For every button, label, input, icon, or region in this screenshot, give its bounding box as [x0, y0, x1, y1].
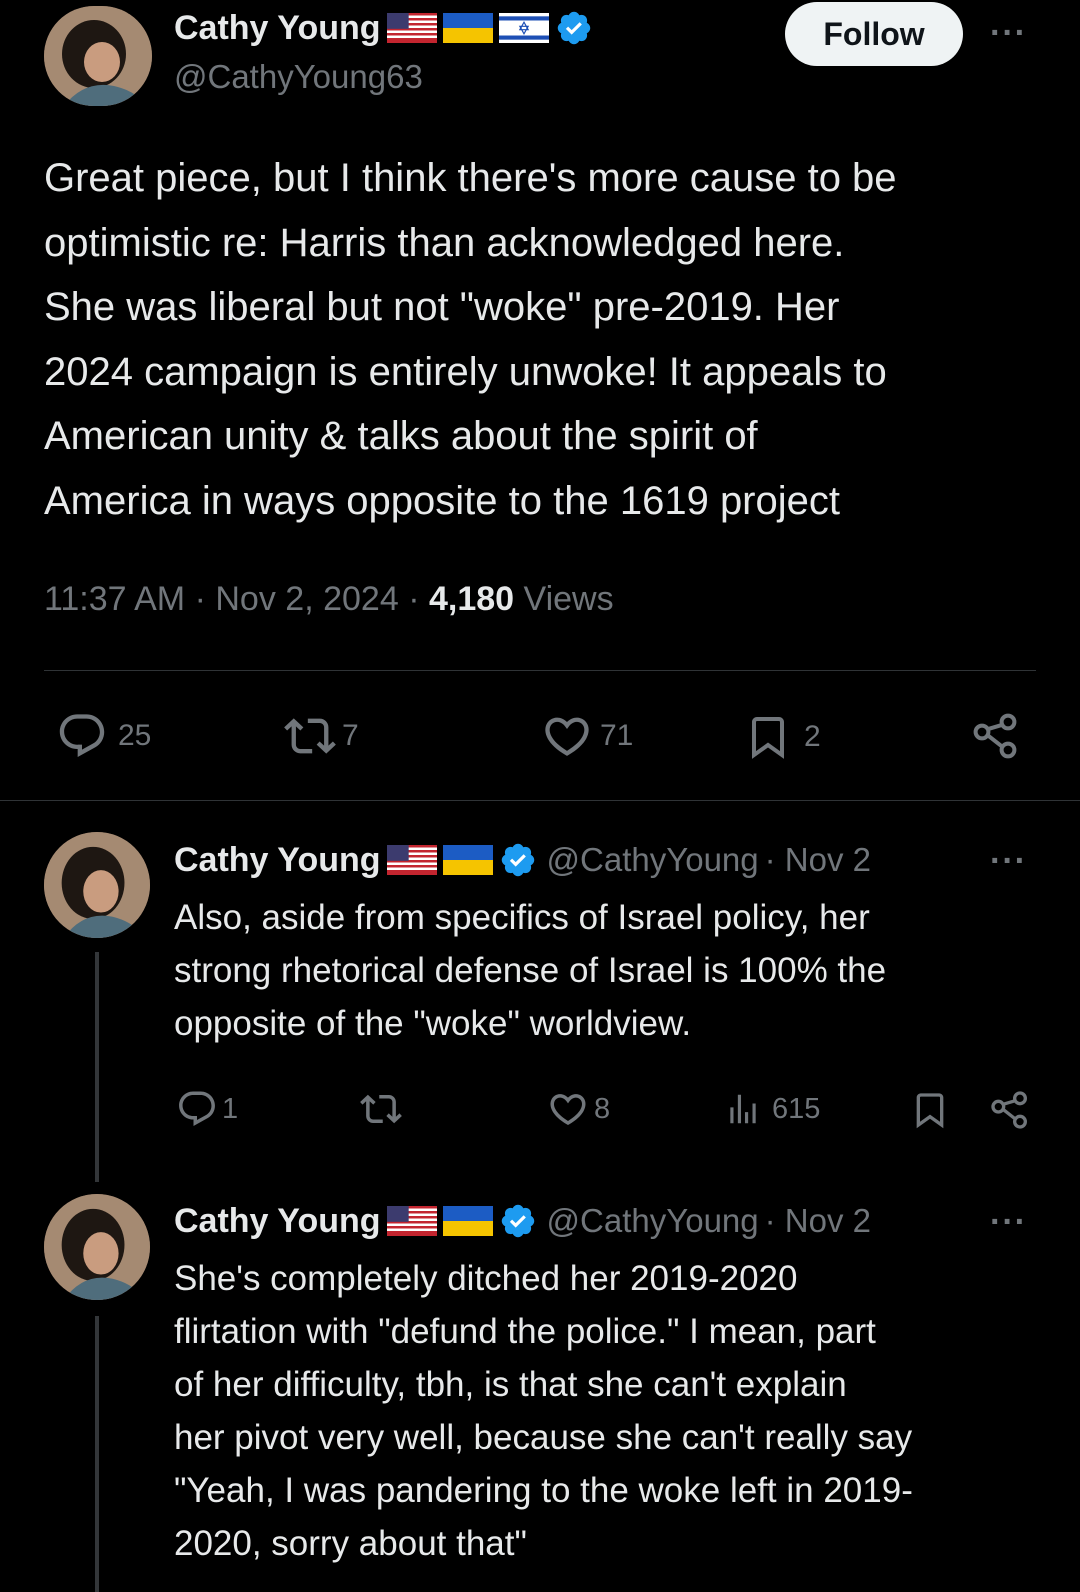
divider [44, 670, 1036, 671]
author-handle[interactable]: @CathyYoung63 [174, 58, 423, 96]
bookmark-button[interactable]: 2 [744, 710, 821, 764]
reply-text-line: strong rhetorical defense of Israel is 1… [174, 951, 887, 990]
views-button[interactable]: 615 [724, 1088, 820, 1130]
divider [0, 800, 1080, 801]
bookmark-button[interactable] [910, 1088, 950, 1132]
like-button[interactable]: 71 [540, 710, 633, 762]
thread-line [95, 1316, 99, 1592]
author-handle[interactable]: @CathyYoung [547, 841, 759, 879]
avatar[interactable] [44, 832, 150, 938]
author-name[interactable]: Cathy Young [174, 1202, 381, 1241]
reply-text: Also, aside from specifics of Israel pol… [174, 891, 1064, 1050]
share-icon [990, 1090, 1030, 1130]
views-count: 615 [772, 1092, 821, 1125]
us-flag-icon [387, 12, 437, 44]
author-handle[interactable]: @CathyYoung [547, 1202, 759, 1240]
avatar-photo [44, 6, 152, 106]
tweet-text-line: 2024 campaign is entirely unwoke! It app… [44, 349, 887, 394]
tweet-meta: 11:37 AM · Nov 2, 2024 · 4,180 Views [44, 580, 614, 619]
more-options-button[interactable]: ··· [990, 14, 1027, 53]
tweet-text: Great piece, but I think there's more ca… [44, 146, 1064, 533]
more-options-button[interactable]: ··· [990, 1203, 1027, 1242]
more-options-button[interactable]: ··· [990, 842, 1027, 881]
reply-text-line: "Yeah, I was pandering to the woke left … [174, 1471, 913, 1510]
reply-icon [176, 1088, 218, 1130]
reply-header: Cathy Young @CathyYoung · Nov 2 [174, 1199, 1034, 1243]
tweet-text-line: She was liberal but not "woke" pre-2019.… [44, 285, 840, 329]
reply-text-line: of her difficulty, tbh, is that she can'… [174, 1365, 847, 1404]
repost-button[interactable] [358, 1088, 404, 1130]
tweet-text-line: American unity & talks about the spirit … [44, 414, 758, 458]
reply-text-line: flirtation with "defund the police." I m… [174, 1312, 876, 1351]
heart-icon [546, 1088, 590, 1130]
views-count: 4,180 [428, 580, 515, 618]
bookmark-icon [910, 1088, 950, 1132]
views-chart-icon [724, 1088, 762, 1130]
bookmark-count: 2 [804, 720, 821, 753]
share-icon [972, 712, 1020, 760]
avatar-photo [44, 832, 150, 938]
reply-header: Cathy Young @CathyYoung · Nov 2 [174, 838, 1034, 882]
follow-button[interactable]: Follow [785, 2, 963, 66]
reply-button[interactable]: 1 [176, 1088, 238, 1130]
reply-count: 1 [222, 1092, 239, 1125]
ukraine-flag-icon [443, 844, 493, 876]
repost-icon [282, 710, 338, 762]
author-name[interactable]: Cathy Young [174, 9, 381, 48]
heart-icon [540, 710, 594, 762]
avatar[interactable] [44, 6, 152, 106]
verified-badge-icon [555, 9, 593, 47]
tweet-text-line: Great piece, but I think there's more ca… [44, 156, 897, 200]
like-count: 8 [594, 1092, 611, 1125]
author-header: Cathy Young [174, 6, 593, 50]
bookmark-icon [744, 710, 792, 764]
author-name[interactable]: Cathy Young [174, 841, 381, 880]
reply-date[interactable]: · Nov 2 [765, 1202, 871, 1240]
reply-count: 25 [118, 719, 152, 752]
meta-separator: · [194, 580, 206, 618]
reply-text-line: Also, aside from specifics of Israel pol… [174, 898, 870, 937]
meta-separator: · [408, 580, 420, 618]
like-button[interactable]: 8 [546, 1088, 610, 1130]
reply-text-line: her pivot very well, because she can't r… [174, 1418, 913, 1457]
ukraine-flag-icon [443, 1205, 493, 1237]
repost-button[interactable]: 7 [282, 710, 359, 762]
reply-date[interactable]: · Nov 2 [765, 841, 871, 879]
tweet-date[interactable]: Nov 2, 2024 [215, 580, 398, 618]
us-flag-icon [387, 844, 437, 876]
tweet-text-line: America in ways opposite to the 1619 pro… [44, 478, 840, 523]
verified-badge-icon [499, 1202, 537, 1240]
views-label: Views [523, 580, 614, 618]
tweet-text-line: optimistic re: Harris than acknowledged … [44, 220, 845, 265]
avatar[interactable] [44, 1194, 150, 1300]
verified-badge-icon [499, 841, 537, 879]
ukraine-flag-icon [443, 12, 493, 44]
share-button[interactable] [972, 712, 1020, 760]
repost-count: 7 [342, 719, 359, 752]
reply-text-line: She's completely ditched her 2019-2020 [174, 1259, 798, 1298]
us-flag-icon [387, 1205, 437, 1237]
like-count: 71 [600, 719, 634, 752]
share-button[interactable] [990, 1090, 1030, 1130]
reply-text-line: opposite of the "woke" worldview. [174, 1004, 692, 1043]
reply-icon [56, 710, 108, 762]
israel-flag-icon [499, 12, 549, 44]
avatar-photo [44, 1194, 150, 1300]
reply-text: She's completely ditched her 2019-2020 f… [174, 1252, 1064, 1570]
tweet-time[interactable]: 11:37 AM [44, 580, 185, 618]
thread-line [95, 952, 99, 1182]
reply-button[interactable]: 25 [56, 710, 151, 762]
repost-icon [358, 1088, 404, 1130]
reply-text-line: 2020, sorry about that" [174, 1524, 527, 1563]
